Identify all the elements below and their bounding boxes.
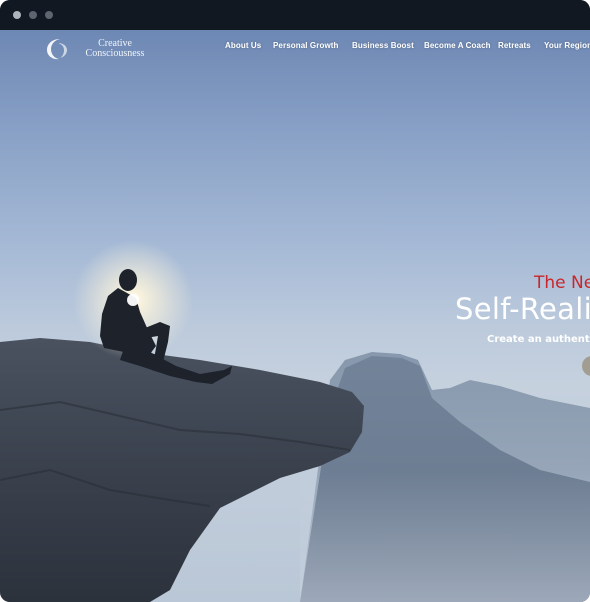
window-close-dot[interactable] [13,11,21,19]
nav-item-become-a-coach[interactable]: Become A Coach [424,41,491,50]
nav-item-your-region[interactable]: Your Region [544,41,590,50]
crescent-swirl-icon [47,39,67,60]
browser-titlebar [0,0,590,30]
brand-line-2: Consciousness [85,48,145,59]
nav-item-about-us[interactable]: About Us [225,41,261,50]
browser-window: Creative Consciousness About Us Personal… [0,0,590,602]
hero-headline: Self-Reali [455,292,590,326]
hero-kicker: The Ne [534,273,590,293]
brand-logo[interactable]: Creative Consciousness [45,37,155,63]
nav-item-business-boost[interactable]: Business Boost [352,41,414,50]
nav-item-personal-growth[interactable]: Personal Growth [273,41,339,50]
hero-subline: Create an authentic l [487,334,590,345]
hero-banner: Creative Consciousness About Us Personal… [0,30,590,602]
window-minimize-dot[interactable] [29,11,37,19]
brand-wordmark: Creative Consciousness [75,39,155,59]
nav-item-retreats[interactable]: Retreats [498,41,531,50]
window-maximize-dot[interactable] [45,11,53,19]
